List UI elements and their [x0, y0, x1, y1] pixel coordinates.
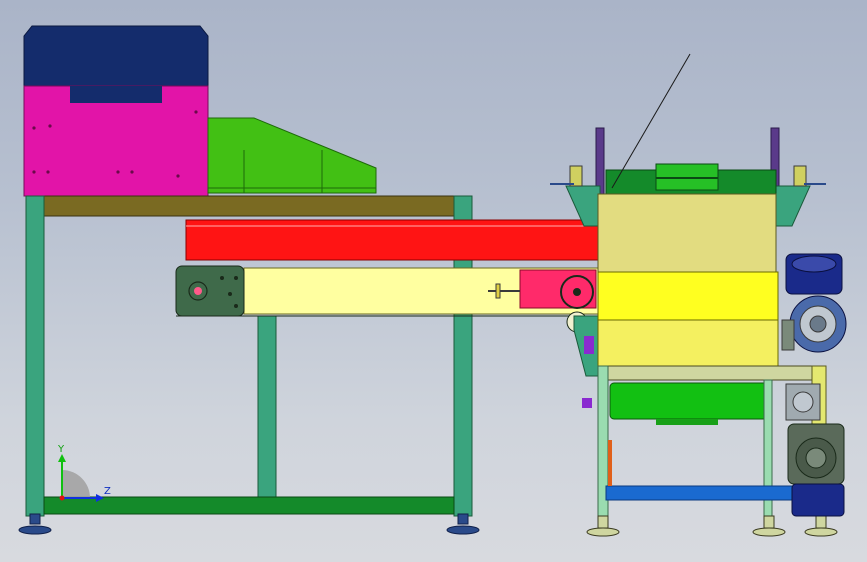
leveling-feet — [18, 513, 480, 535]
lower-frame-top — [597, 365, 825, 381]
lower-housing — [597, 271, 779, 321]
right-feet — [586, 515, 838, 537]
belt-conveyor — [175, 265, 601, 333]
motor-lower-blue — [791, 483, 845, 517]
z-axis-label: Z — [104, 486, 111, 497]
bottom-beam — [43, 496, 455, 515]
hopper-top-cover-notch — [70, 86, 162, 103]
housing-base — [597, 319, 779, 367]
left-leg — [25, 195, 45, 517]
y-axis-label: Y — [57, 444, 65, 455]
conveyor-endcap — [175, 265, 245, 317]
pink-tensioner — [519, 269, 597, 309]
green-chute — [207, 117, 377, 194]
blue-crossbar — [605, 485, 813, 501]
upper-housing — [597, 193, 777, 275]
coordinate-triad: Y Z — [57, 444, 111, 502]
drive-motor — [781, 253, 847, 517]
middle-leg — [257, 315, 277, 499]
feed-hopper — [23, 25, 209, 197]
top-beam — [25, 195, 473, 217]
cad-assembly-view: Y Z — [18, 25, 847, 537]
roller-cylinder — [609, 382, 769, 420]
chute-body — [207, 117, 377, 194]
